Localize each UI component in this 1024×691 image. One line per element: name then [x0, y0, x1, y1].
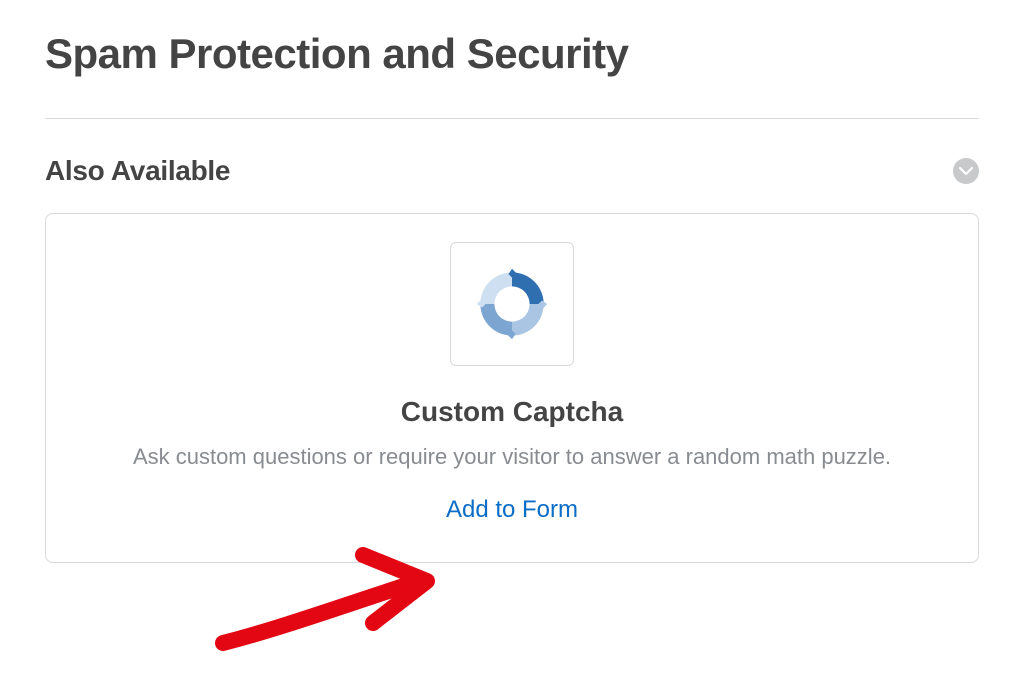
subsection-header[interactable]: Also Available [45, 155, 979, 187]
captcha-cycle-icon [450, 242, 574, 366]
page-title: Spam Protection and Security [45, 30, 979, 78]
divider [45, 118, 979, 119]
captcha-card: Custom Captcha Ask custom questions or r… [45, 213, 979, 563]
chevron-down-icon[interactable] [953, 158, 979, 184]
card-description: Ask custom questions or require your vis… [76, 442, 948, 472]
card-title: Custom Captcha [76, 396, 948, 428]
subsection-title: Also Available [45, 155, 230, 187]
add-to-form-link[interactable]: Add to Form [446, 496, 578, 524]
